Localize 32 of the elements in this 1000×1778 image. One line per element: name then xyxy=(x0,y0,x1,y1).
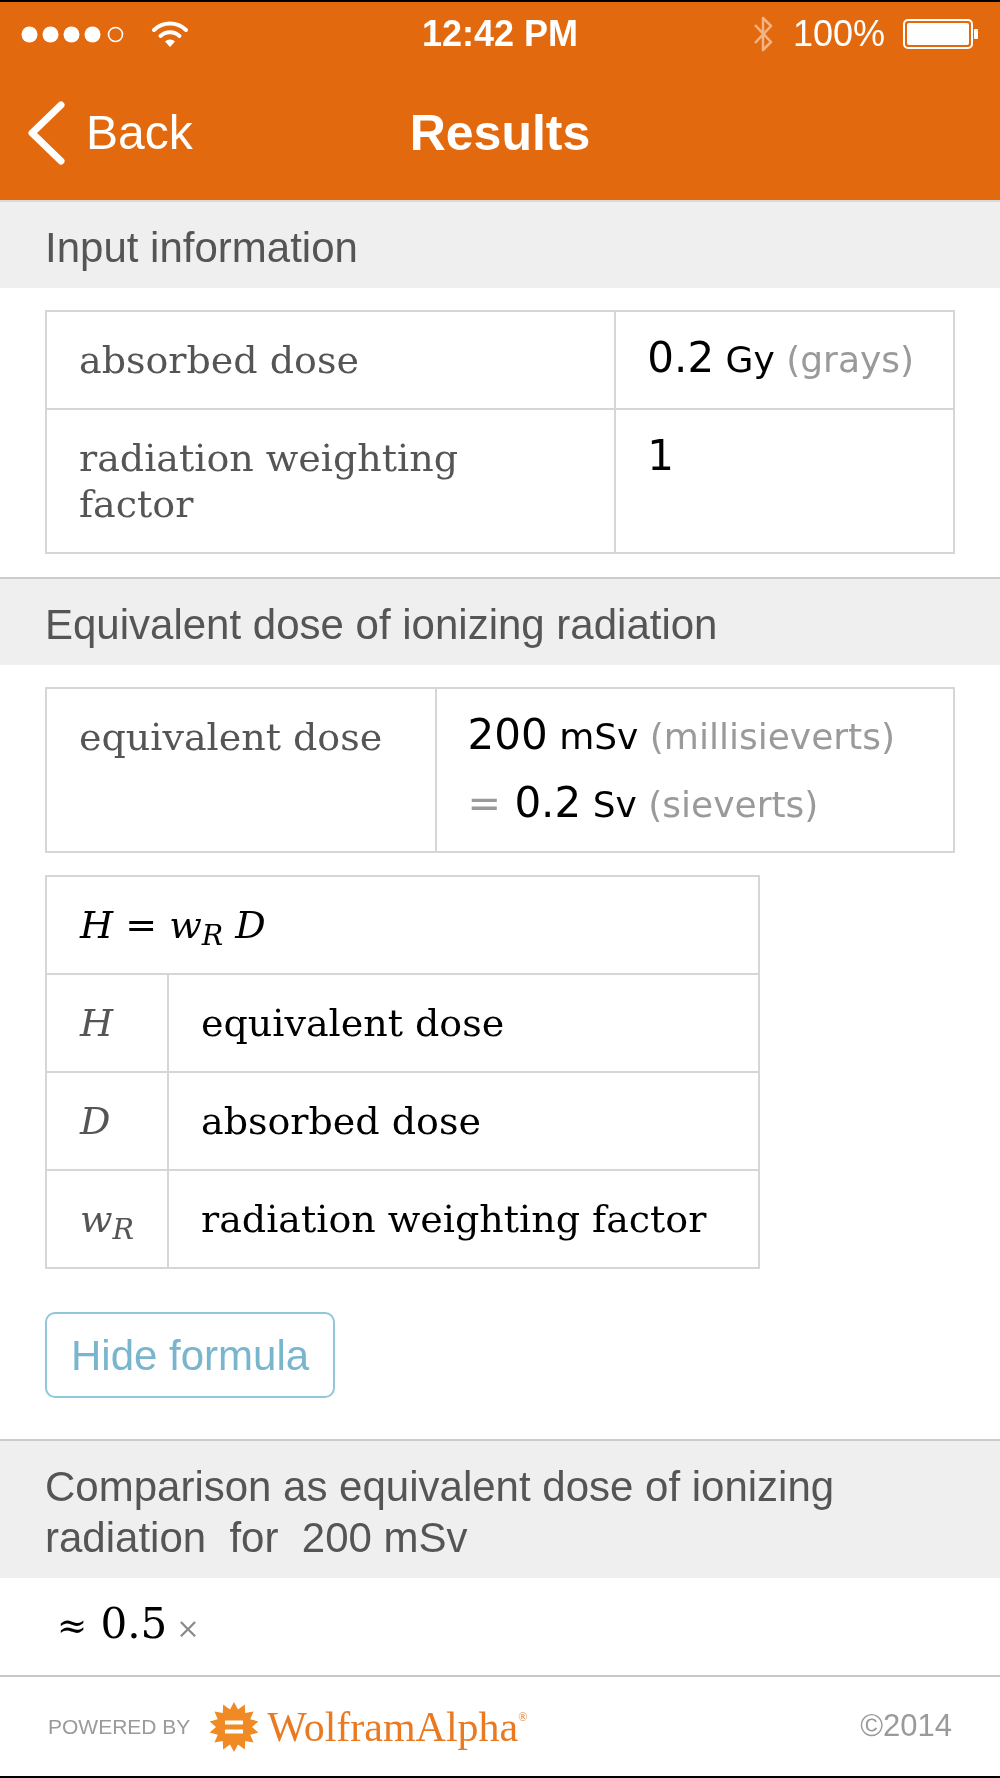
section-header: Equivalent dose of ionizing radiation xyxy=(0,579,1000,665)
property-label: radiation weighting factor xyxy=(79,435,459,527)
formula-equation: H = w$_{R}$ D xyxy=(80,902,266,948)
symbol-text: D xyxy=(80,1098,111,1144)
property-label: equivalent dose xyxy=(79,714,383,760)
status-time: 12:42 PM xyxy=(421,12,579,56)
section-header: Comparison as equivalent dose of ionizing radiation for 200 mSv xyxy=(0,1441,1000,1578)
star-logo-icon xyxy=(209,1701,260,1752)
property-label: absorbed dose xyxy=(79,337,359,383)
signal-strength-icon xyxy=(21,25,125,43)
back-button[interactable]: Back xyxy=(26,97,193,169)
section-header: Input information xyxy=(0,202,1000,288)
property-value: 200 mSv (millisieverts) xyxy=(467,714,895,758)
symbol-meaning: absorbed dose xyxy=(201,1098,481,1144)
copyright-text: ©2014 xyxy=(860,1707,952,1746)
result-value: ≈ 0.5 × xyxy=(57,1600,200,1650)
bluetooth-icon xyxy=(751,14,775,54)
chevron-left-icon xyxy=(26,101,66,165)
property-value: = 0.2 Sv (sieverts) xyxy=(467,782,819,826)
battery-icon xyxy=(903,19,979,49)
property-value: 0.2 Gy (grays) xyxy=(647,337,915,381)
powered-by-label: POWERED BY xyxy=(48,1713,191,1740)
wifi-icon xyxy=(151,20,189,48)
page-title: Results xyxy=(409,103,591,163)
symbol-text: H xyxy=(80,1000,114,1046)
battery-percent: 100% xyxy=(792,12,885,56)
symbol-text: w$_{R}$ xyxy=(80,1196,134,1242)
property-value: 1 xyxy=(647,435,675,477)
brand-name: WolframAlpha$^{®}$ xyxy=(267,1702,528,1751)
symbol-meaning: equivalent dose xyxy=(201,1000,505,1046)
symbol-meaning: radiation weighting factor xyxy=(201,1196,707,1242)
hide-formula-button[interactable]: Hide formula xyxy=(45,1312,336,1398)
